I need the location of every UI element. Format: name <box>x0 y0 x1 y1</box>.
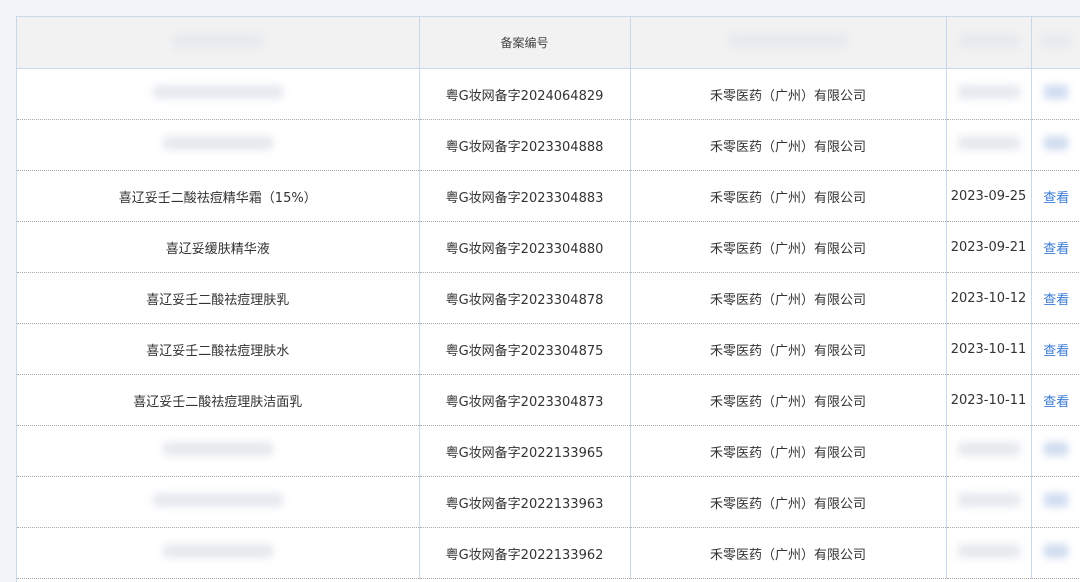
redacted-view-link[interactable] <box>1044 85 1069 99</box>
view-link[interactable]: 查看 <box>1043 395 1069 410</box>
cell-company: 禾零医药（广州）有限公司 <box>630 68 947 120</box>
cell-company: 禾零医药（广州）有限公司 <box>630 476 947 528</box>
cell-product-name: 喜辽妥壬二酸祛痘理肤水 <box>17 323 420 375</box>
cell-filing-date: 2023-10-12 <box>946 272 1032 324</box>
cell-action: 查看 <box>1031 221 1080 273</box>
cell-record-number: 粤G妆网备字2022133965 <box>419 425 631 477</box>
results-panel: 备案编号 粤G妆网备字2024064829 禾零医药（广州）有限公司 粤G妆网备字2… <box>16 16 1080 582</box>
table-row: 粤G妆网备字2022133962 禾零医药（广州）有限公司 <box>17 527 1080 579</box>
table-row: 喜辽妥壬二酸祛痘理肤乳 粤G妆网备字2023304878 禾零医药（广州）有限公司 2… <box>17 272 1080 324</box>
cell-record-number: 粤G妆网备字2023304880 <box>419 221 631 273</box>
cell-product-name <box>17 68 420 120</box>
redacted-product-name <box>162 136 273 150</box>
cell-company: 禾零医药（广州）有限公司 <box>630 272 947 324</box>
cell-record-number: 粤G妆网备字2022133962 <box>419 527 631 579</box>
header-date <box>946 17 1032 69</box>
table-header-row: 备案编号 <box>17 17 1080 69</box>
table-row: 喜辽妥壬二酸祛痘理肤洁面乳 粤G妆网备字2023304873 禾零医药（广州）有限公… <box>17 374 1080 426</box>
cell-filing-date: 2023-09-21 <box>946 221 1032 273</box>
cell-record-number: 粤G妆网备字2024064829 <box>419 68 631 120</box>
header-company <box>630 17 947 69</box>
cell-product-name <box>17 425 420 477</box>
table-row: 粤G妆网备字2024064829 禾零医药（广州）有限公司 <box>17 68 1080 120</box>
cell-filing-date: 2023-10-11 <box>946 323 1032 375</box>
table-row: 喜辽妥壬二酸祛痘理肤水 粤G妆网备字2023304875 禾零医药（广州）有限公司 2… <box>17 323 1080 375</box>
cell-action <box>1031 476 1080 528</box>
cell-filing-date <box>946 68 1032 120</box>
cell-record-number: 粤G妆网备字2023304883 <box>419 170 631 222</box>
cell-filing-date: 2023-10-11 <box>946 374 1032 426</box>
cell-filing-date <box>946 476 1032 528</box>
table-body: 粤G妆网备字2024064829 禾零医药（广州）有限公司 粤G妆网备字202330… <box>17 68 1080 579</box>
cell-record-number: 粤G妆网备字2023304878 <box>419 272 631 324</box>
cell-action: 查看 <box>1031 323 1080 375</box>
redacted-view-link[interactable] <box>1044 544 1069 558</box>
table-row: 喜辽妥缓肤精华液 粤G妆网备字2023304880 禾零医药（广州）有限公司 2023… <box>17 221 1080 273</box>
page: 备案编号 粤G妆网备字2024064829 禾零医药（广州）有限公司 粤G妆网备字2… <box>0 0 1080 582</box>
cell-product-name <box>17 527 420 579</box>
cell-filing-date <box>946 527 1032 579</box>
cell-product-name: 喜辽妥壬二酸祛痘精华霜（15%） <box>17 170 420 222</box>
cell-company: 禾零医药（广州）有限公司 <box>630 323 947 375</box>
table-row: 粤G妆网备字2022133965 禾零医药（广州）有限公司 <box>17 425 1080 477</box>
cell-record-number: 粤G妆网备字2023304873 <box>419 374 631 426</box>
redacted-date <box>957 85 1020 99</box>
view-link[interactable]: 查看 <box>1043 293 1069 308</box>
cell-company: 禾零医药（广州）有限公司 <box>630 170 947 222</box>
cell-product-name: 喜辽妥壬二酸祛痘理肤乳 <box>17 272 420 324</box>
redacted-view-link[interactable] <box>1044 136 1069 150</box>
cell-action <box>1031 425 1080 477</box>
cell-filing-date: 2023-09-25 <box>946 170 1032 222</box>
header-product-name <box>17 17 420 69</box>
header-record-number: 备案编号 <box>419 17 631 69</box>
cell-product-name <box>17 476 420 528</box>
redacted-product-name <box>152 85 283 99</box>
redacted-view-link[interactable] <box>1044 493 1069 507</box>
redacted-date <box>957 544 1020 558</box>
redacted-date <box>957 136 1020 150</box>
view-link[interactable]: 查看 <box>1043 344 1069 359</box>
cell-action <box>1031 527 1080 579</box>
cell-company: 禾零医药（广州）有限公司 <box>630 527 947 579</box>
redacted-date <box>957 442 1020 456</box>
table-row: 喜辽妥壬二酸祛痘精华霜（15%） 粤G妆网备字2023304883 禾零医药（广州）… <box>17 170 1080 222</box>
cell-company: 禾零医药（广州）有限公司 <box>630 221 947 273</box>
cell-action: 查看 <box>1031 374 1080 426</box>
redacted-view-link[interactable] <box>1044 442 1069 456</box>
table-row: 粤G妆网备字2022133963 禾零医药（广州）有限公司 <box>17 476 1080 528</box>
view-link[interactable]: 查看 <box>1043 242 1069 257</box>
redacted-product-name <box>162 544 273 558</box>
cell-action <box>1031 119 1080 171</box>
view-link[interactable]: 查看 <box>1043 191 1069 206</box>
cell-company: 禾零医药（广州）有限公司 <box>630 425 947 477</box>
cell-product-name: 喜辽妥壬二酸祛痘理肤洁面乳 <box>17 374 420 426</box>
cell-company: 禾零医药（广州）有限公司 <box>630 119 947 171</box>
cell-action <box>1031 68 1080 120</box>
cell-record-number: 粤G妆网备字2023304875 <box>419 323 631 375</box>
cell-action: 查看 <box>1031 272 1080 324</box>
cell-product-name: 喜辽妥缓肤精华液 <box>17 221 420 273</box>
redacted-date <box>957 493 1020 507</box>
cell-record-number: 粤G妆网备字2022133963 <box>419 476 631 528</box>
header-action <box>1031 17 1080 69</box>
cell-product-name <box>17 119 420 171</box>
filing-records-table: 备案编号 粤G妆网备字2024064829 禾零医药（广州）有限公司 粤G妆网备字2… <box>17 17 1080 579</box>
redacted-product-name <box>162 442 273 456</box>
cell-filing-date <box>946 119 1032 171</box>
cell-record-number: 粤G妆网备字2023304888 <box>419 119 631 171</box>
cell-filing-date <box>946 425 1032 477</box>
cell-company: 禾零医药（广州）有限公司 <box>630 374 947 426</box>
redacted-product-name <box>152 493 283 507</box>
table-row: 粤G妆网备字2023304888 禾零医药（广州）有限公司 <box>17 119 1080 171</box>
cell-action: 查看 <box>1031 170 1080 222</box>
